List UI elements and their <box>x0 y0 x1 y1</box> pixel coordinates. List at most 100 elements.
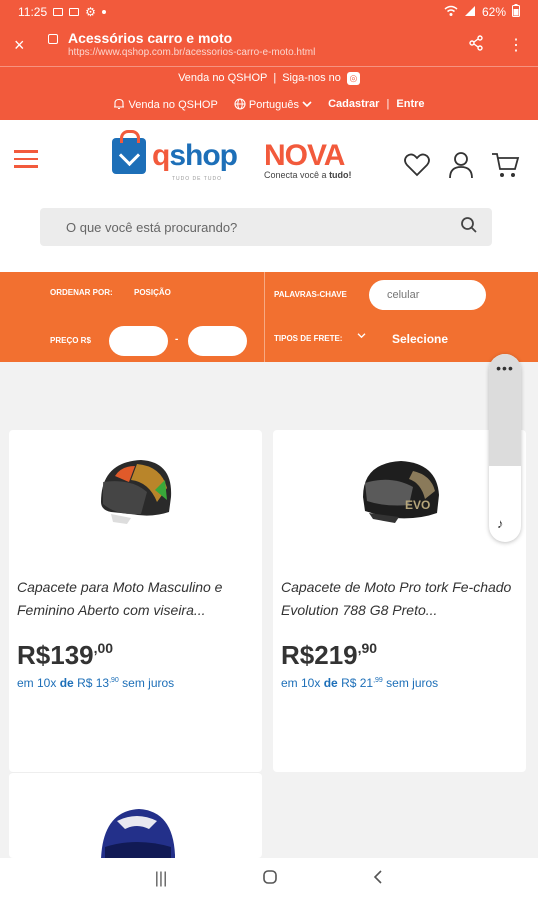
site-header: qshop TUDO DE TUDO NOVA Conecta você a t… <box>0 120 538 272</box>
separator: | <box>273 72 277 84</box>
qshop-tagline: TUDO DE TUDO <box>172 176 222 182</box>
close-icon[interactable]: × <box>14 35 42 56</box>
back-icon[interactable] <box>373 869 383 889</box>
register-link[interactable]: Cadastrar <box>328 98 379 110</box>
open-helmet-icon <box>100 460 171 524</box>
price-label: PREÇO R$ <box>50 336 91 345</box>
inst-pre: em 10x <box>281 676 321 690</box>
shipping-select[interactable]: Selecione <box>392 332 448 346</box>
inst-pre: em 10x <box>17 676 57 690</box>
account-user-icon[interactable] <box>446 150 476 185</box>
sell-line[interactable]: Venda no QSHOP <box>178 72 267 84</box>
search-icon[interactable] <box>460 216 478 239</box>
price-separator: - <box>175 334 179 345</box>
logo-shop: shop <box>169 139 238 172</box>
nova-slogan: Conecta você a <box>264 170 327 180</box>
page-title: Acessórios carro e moto <box>68 30 233 46</box>
product-image[interactable] <box>97 807 177 858</box>
chevron-down-icon <box>302 99 312 111</box>
inst-post: sem juros <box>386 676 439 690</box>
search-input[interactable] <box>66 219 460 235</box>
price-max-input[interactable] <box>188 326 247 356</box>
login-link[interactable]: Entre <box>396 98 424 110</box>
menu-icon[interactable] <box>14 150 38 173</box>
more-dots-icon[interactable]: ••• <box>489 360 521 376</box>
chevron-down-icon[interactable] <box>357 332 366 341</box>
svg-text:EVO: EVO <box>405 498 430 512</box>
page-url: https://www.qshop.com.br/acessorios-carr… <box>68 47 316 58</box>
inst-de: de <box>59 676 74 690</box>
keywords-label: PALAVRAS-CHAVE <box>274 290 347 299</box>
system-nav-bar: ||| <box>0 858 538 900</box>
product-price: R$139,00 <box>17 640 113 671</box>
filter-divider <box>264 272 265 362</box>
qshop-logo[interactable]: qshop <box>112 130 238 174</box>
product-card[interactable] <box>9 772 262 858</box>
full-helmet-icon: EVO <box>362 461 439 523</box>
nova-wordmark: NOVA <box>264 139 345 172</box>
url-display[interactable]: Acessórios carro e moto https://www.qsho… <box>68 30 468 60</box>
sell-link[interactable]: Venda no QSHOP <box>113 98 218 111</box>
battery-icon <box>512 4 520 20</box>
signal-icon <box>464 5 476 20</box>
status-time: 11:25 <box>18 5 48 19</box>
home-icon[interactable] <box>263 869 278 889</box>
language-label: Português <box>248 98 300 111</box>
keywords-field <box>369 280 486 310</box>
nova-slogan-bold: tudo! <box>329 170 352 180</box>
inst-de: de <box>323 676 338 690</box>
keywords-input[interactable] <box>369 280 486 310</box>
inst-price: R$ 21 <box>341 676 374 690</box>
bell-icon <box>113 98 128 111</box>
gallery-icon <box>53 8 64 16</box>
sell-link-label: Venda no QSHOP <box>128 98 218 111</box>
battery-level: 62% <box>481 5 506 19</box>
cart-icon[interactable] <box>490 150 520 185</box>
wishlist-heart-icon[interactable] <box>402 150 432 185</box>
product-name[interactable]: Capacete de Moto Pro tork Fe-chado Evolu… <box>281 576 517 622</box>
price-min-field <box>109 326 168 356</box>
follow-label: Siga-nos no <box>282 72 341 84</box>
status-bar: 11:25 ⚙ 62% <box>0 0 538 24</box>
price-cents: ,90 <box>357 640 378 656</box>
shipping-label: TIPOS DE FRETE: <box>274 334 343 343</box>
shopping-bag-icon <box>112 130 146 174</box>
share-icon[interactable] <box>468 34 484 56</box>
inst-post: sem juros <box>122 676 175 690</box>
side-panel-handle[interactable]: ••• ♪ <box>489 354 521 542</box>
browser-toolbar: × Acessórios carro e moto https://www.qs… <box>0 24 538 66</box>
nova-logo[interactable]: NOVA Conecta você a tudo! <box>264 139 352 181</box>
instagram-icon[interactable]: ◎ <box>346 71 360 85</box>
wifi-icon <box>444 5 458 20</box>
product-name[interactable]: Capacete para Moto Masculino e Feminino … <box>17 576 253 622</box>
recent-apps-icon[interactable]: ||| <box>155 870 167 888</box>
filter-bar: ORDENAR POR: POSIÇÃO PALAVRAS-CHAVE PREÇ… <box>0 272 538 362</box>
product-image[interactable] <box>9 430 262 554</box>
language-selector[interactable]: Português <box>234 97 312 111</box>
product-price: R$219,90 <box>281 640 377 671</box>
more-menu-icon[interactable]: ⋮ <box>508 35 524 56</box>
sort-label: ORDENAR POR: <box>50 288 113 297</box>
music-note-icon[interactable]: ♪ <box>497 516 504 531</box>
price-main: R$219 <box>281 640 358 670</box>
installments: em 10x de R$ 13,90 sem juros <box>17 676 174 690</box>
inst-cents: ,90 <box>109 677 119 684</box>
globe-icon <box>234 97 249 111</box>
price-cents: ,00 <box>93 640 114 656</box>
price-max-field <box>188 326 247 356</box>
lock-icon <box>48 34 58 44</box>
product-card[interactable]: Capacete para Moto Masculino e Feminino … <box>9 430 262 772</box>
inst-price: R$ 13 <box>77 676 110 690</box>
logo-q: q <box>152 139 170 172</box>
installments: em 10x de R$ 21,99 sem juros <box>281 676 438 690</box>
separator: | <box>386 98 390 110</box>
price-min-input[interactable] <box>109 326 168 356</box>
top-strip: Venda no QSHOP | Siga-nos no ◎ Venda no … <box>0 66 538 120</box>
cast-icon <box>69 8 80 16</box>
settings-icon: ⚙ <box>85 5 96 19</box>
inst-cents: ,99 <box>373 677 383 684</box>
search-bar <box>40 208 492 246</box>
sort-select[interactable]: POSIÇÃO <box>134 288 171 297</box>
blue-helmet-icon <box>101 809 175 858</box>
notification-dot-icon <box>101 10 106 14</box>
